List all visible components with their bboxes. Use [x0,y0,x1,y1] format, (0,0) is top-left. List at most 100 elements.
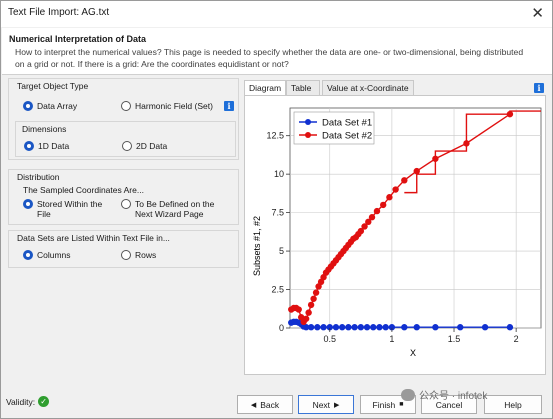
y-tick-label: 12.5 [266,131,284,141]
stop-icon: ■ [399,401,404,408]
x-tick-label: 1.5 [448,334,461,344]
data-point-2 [401,177,408,184]
y-axis-label: Subsets #1, #2 [252,216,262,276]
y-tick-label: 7.5 [271,208,284,218]
target-object-title: Target Object Type [17,81,89,91]
y-tick-label: 2.5 [271,285,284,295]
diagram-panel: 0.5 1 1.5 2 0 2.5 5 7.5 10 12.5 Subsets #1, #2 X … [244,95,546,375]
data-point-2 [386,194,393,201]
finish-button-label: Finish [372,399,396,410]
next-arrow-icon: ▶ [334,401,340,409]
chart-legend: Data Set #1 Data Set #2 [293,111,375,145]
validity-indicator: Validity: ✓ [6,396,50,407]
listing-group: Data Sets are Listed Within Text File in… [8,230,239,268]
data-point-2 [368,214,376,221]
data-point-1 [351,324,358,331]
data-point-1 [457,324,464,331]
legend-entry: Data Set #1 [322,118,372,129]
data-point-1 [363,324,371,331]
x-axis-label: X [410,348,416,358]
data-point-2 [307,301,315,309]
radio-defined-next-page[interactable]: To Be Defined on the Next Wizard Page [121,199,233,219]
back-arrow-icon: ◀ [250,401,257,409]
radio-selected-indicator[interactable] [23,199,33,209]
listing-title: Data Sets are Listed Within Text File in… [17,233,170,243]
data-point-2 [373,207,381,215]
radio-selected-indicator[interactable] [23,101,33,111]
import-wizard-window: Text File Import: AG.txt ✕ Numerical Int… [0,0,553,419]
legend-entry: Data Set #2 [322,131,372,142]
tab-diagram[interactable]: Diagram [244,80,286,96]
data-point-2 [312,289,320,296]
info-icon[interactable]: i [534,83,544,93]
chart-svg: 0.5 1 1.5 202.557.51012.5 Subsets #1, #2 X … [252,107,542,358]
radio-label: 2D Data [136,141,168,151]
radio-selected-indicator[interactable] [24,141,34,151]
back-button[interactable]: ◀ Back [237,395,293,414]
data-point-2 [392,186,399,193]
radio-label: 1D Data [38,141,70,151]
x-tick-label: 0.5 [324,334,337,344]
radio-label: Stored Within the File [37,199,103,219]
data-point-1 [307,324,315,331]
data-point-1 [506,324,514,331]
y-tick-label: 10 [274,169,284,179]
data-point-1 [338,324,346,331]
data-point-1 [345,324,352,331]
radio-stored-within-file[interactable]: Stored Within the File [23,199,111,219]
data-point-1 [382,324,389,331]
radio-unselected-indicator[interactable] [122,141,132,151]
data-point-2 [379,201,387,209]
x-tick-label: 2 [514,334,519,344]
next-button-label: Next [312,399,331,410]
window-title: Text File Import: AG.txt [8,7,110,18]
data-point-1 [432,324,439,331]
radio-data-array[interactable]: Data Array [23,101,77,111]
radio-unselected-indicator[interactable] [121,199,131,209]
tab-table[interactable]: Table [286,80,320,95]
title-bar: Text File Import: AG.txt ✕ [1,1,552,27]
radio-unselected-indicator[interactable] [121,250,131,260]
dimensions-group: Dimensions 1D Data 2D Data [15,121,236,157]
distribution-group: Distribution The Sampled Coordinates Are… [8,169,239,225]
radio-rows[interactable]: Rows [121,250,156,260]
info-icon[interactable]: i [224,101,234,111]
page-description: How to interpret the numerical values? T… [15,47,524,69]
radio-unselected-indicator[interactable] [121,101,131,111]
validity-label: Validity: [6,396,36,407]
data-point-1 [332,324,340,331]
data-point-1 [413,324,420,331]
radio-2d-data[interactable]: 2D Data [122,141,167,151]
y-tick-label: 5 [279,246,284,256]
data-point-2 [302,315,310,322]
radio-selected-indicator[interactable] [23,250,33,260]
data-point-1 [481,324,489,331]
radio-label: Data Array [37,101,78,111]
distribution-title: Distribution [17,172,60,182]
radio-1d-data[interactable]: 1D Data [24,141,69,151]
radio-label: Columns [37,250,71,260]
radio-harmonic-field[interactable]: Harmonic Field (Set) [121,101,213,111]
data-point-1 [370,324,377,331]
check-icon: ✓ [38,396,50,407]
dimensions-title: Dimensions [22,124,67,134]
data-point-1 [357,324,365,331]
data-point-2 [463,140,470,147]
help-button-label: Help [504,399,522,410]
target-object-group: Target Object Type Data Array Harmonic F… [8,78,239,160]
data-point-2 [432,155,439,162]
help-button[interactable]: Help [484,395,542,414]
data-point-1 [314,324,321,331]
page-title: Numerical Interpretation of Data [9,34,147,44]
next-button[interactable]: Next ▶ [298,395,354,414]
watermark: 公众号 · infotek [401,387,487,402]
y-tick-label: 0 [279,323,284,333]
x-tick-label: 1 [389,334,394,344]
tab-value-at-x[interactable]: Value at x-Coordinate [322,80,414,95]
data-point-1 [320,324,327,331]
radio-label: Rows [135,250,157,260]
radio-columns[interactable]: Columns [23,250,71,260]
data-point-2 [506,110,514,118]
watermark-text: 公众号 · infotek [419,391,488,402]
close-icon[interactable]: ✕ [531,4,544,22]
